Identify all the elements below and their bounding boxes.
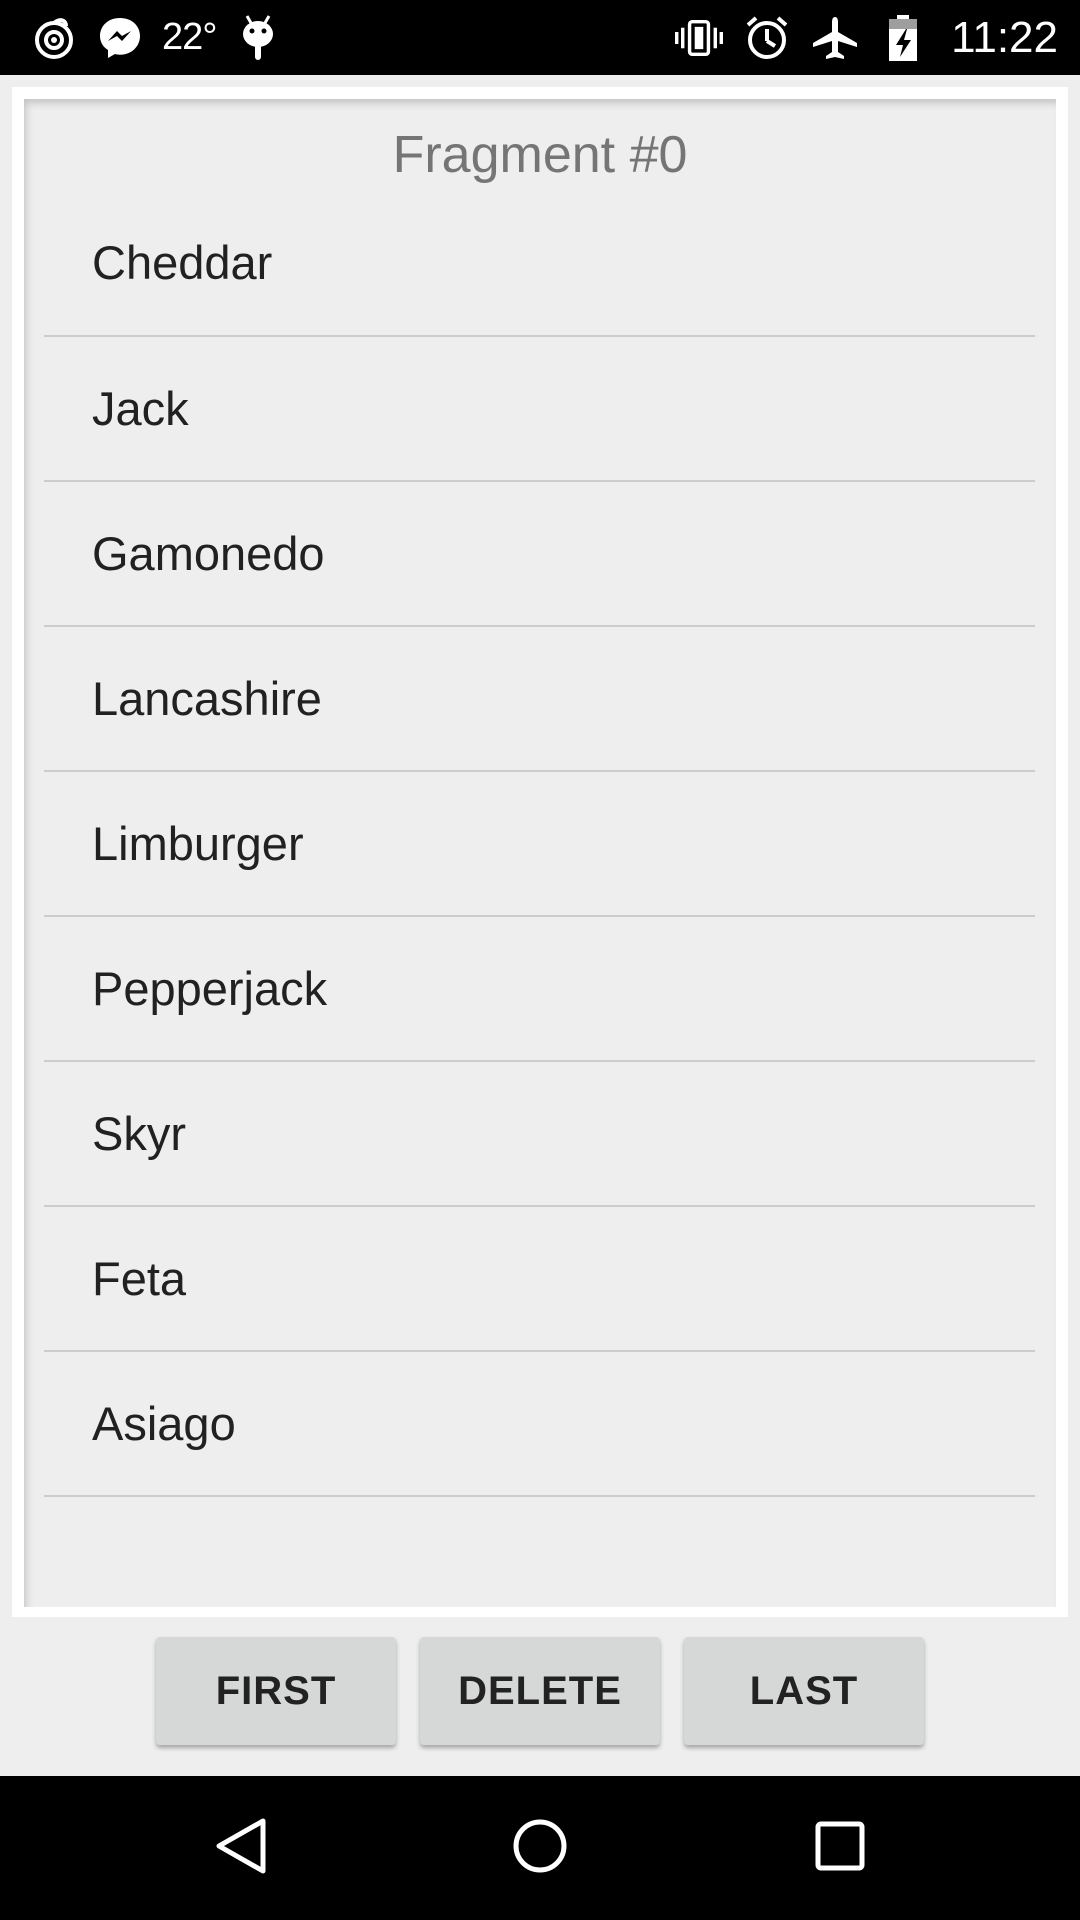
list-item-limburger[interactable]: Limburger xyxy=(44,772,1035,917)
status-bar: 22° 11:22 xyxy=(0,0,1080,75)
cheese-list: Cheddar Jack Gamonedo Lancashire Limburg… xyxy=(44,190,1035,1497)
list-item-asiago[interactable]: Asiago xyxy=(44,1352,1035,1497)
airplane-mode-icon xyxy=(811,14,859,62)
vibrate-icon xyxy=(675,14,724,62)
list-item-cheddar[interactable]: Cheddar xyxy=(44,190,1035,337)
home-icon xyxy=(510,1816,570,1881)
navigation-bar xyxy=(0,1776,1080,1920)
back-icon xyxy=(211,1816,271,1881)
clock-text: 11:22 xyxy=(951,12,1058,62)
back-button[interactable] xyxy=(171,1776,311,1920)
list-item-lancashire[interactable]: Lancashire xyxy=(44,627,1035,772)
hotspot-icon xyxy=(30,14,78,62)
alarm-icon xyxy=(743,14,791,62)
messenger-icon xyxy=(96,14,144,62)
list-item-jack[interactable]: Jack xyxy=(44,337,1035,482)
home-button[interactable] xyxy=(470,1776,610,1920)
list-item-pepperjack[interactable]: Pepperjack xyxy=(44,917,1035,1062)
delete-button[interactable]: DELETE xyxy=(420,1637,660,1745)
button-bar: FIRST DELETE LAST xyxy=(0,1637,1080,1747)
fragment-title: Fragment #0 xyxy=(392,126,688,184)
list-item-feta[interactable]: Feta xyxy=(44,1207,1035,1352)
status-bar-right: 11:22 xyxy=(675,0,1058,75)
recents-button[interactable] xyxy=(770,1776,910,1920)
temperature-text: 22° xyxy=(162,16,217,58)
status-bar-left: 22° xyxy=(30,0,282,75)
battery-charging-icon xyxy=(879,14,927,62)
list-item-gamonedo[interactable]: Gamonedo xyxy=(44,482,1035,627)
recents-icon xyxy=(812,1818,868,1879)
first-button[interactable]: FIRST xyxy=(156,1637,396,1745)
last-button[interactable]: LAST xyxy=(684,1637,924,1745)
list-item-skyr[interactable]: Skyr xyxy=(44,1062,1035,1207)
android-icon xyxy=(234,14,282,62)
